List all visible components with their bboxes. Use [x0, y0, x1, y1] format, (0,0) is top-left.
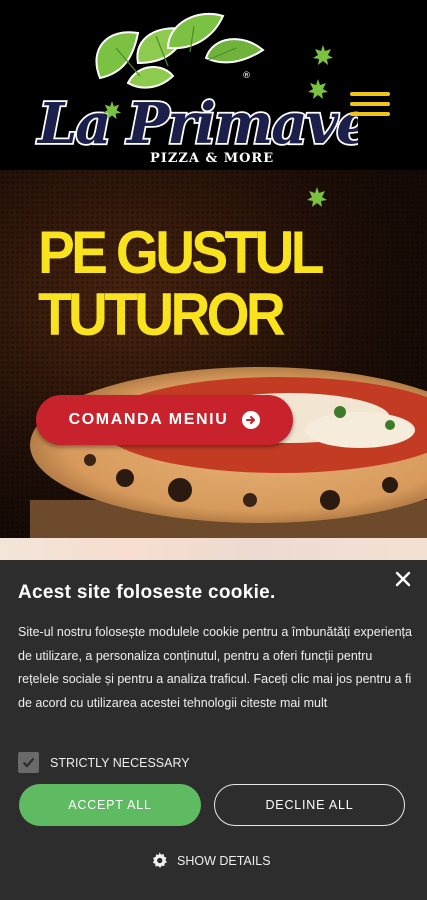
hero-title-line1: PE GUSTUL: [38, 219, 324, 286]
registered-mark: ®: [242, 71, 251, 81]
read-more-link[interactable]: citeste mai mult: [240, 696, 327, 710]
pizza-image: [30, 367, 427, 540]
hero-banner: PE GUSTUL TUTUROR COMANDA MENIU: [0, 170, 427, 540]
leaf-icon: [313, 45, 333, 65]
logo-tagline: PIZZA & MORE: [150, 151, 274, 166]
hero-headline: PE GUSTUL TUTUROR: [38, 219, 324, 348]
checkmark-icon: [22, 757, 35, 768]
site-header: ® La Primavera PIZZA & MORE: [0, 0, 427, 170]
leaf-icon: [308, 79, 328, 99]
leaf-icon: [307, 187, 327, 207]
decline-all-button[interactable]: DECLINE ALL: [214, 784, 405, 826]
order-menu-button[interactable]: COMANDA MENIU: [36, 395, 293, 445]
accept-all-button[interactable]: ACCEPT ALL: [19, 784, 201, 826]
strictly-necessary-label: STRICTLY NECESSARY: [50, 755, 190, 770]
show-details-button[interactable]: SHOW DETAILS: [150, 851, 271, 870]
arrow-circle-right-icon: [242, 411, 261, 429]
leaf-icon: [102, 101, 122, 120]
basil-leaves-icon: [95, 12, 265, 89]
hamburger-menu-icon[interactable]: [350, 92, 390, 122]
order-menu-label: COMANDA MENIU: [68, 411, 229, 428]
content-strip: [0, 538, 427, 560]
hero-title-line2: TUTUROR: [38, 281, 286, 348]
cookie-body: Site-ul nostru folosește modulele cookie…: [18, 625, 412, 710]
close-icon[interactable]: [392, 568, 414, 590]
page: ® La Primavera PIZZA & MORE: [0, 0, 427, 900]
show-details-label: SHOW DETAILS: [177, 853, 271, 868]
strictly-necessary-checkbox[interactable]: [18, 752, 39, 773]
cookie-title: Acest site foloseste cookie.: [18, 582, 276, 603]
cookie-description: Site-ul nostru folosește modulele cookie…: [18, 621, 413, 715]
gear-icon: [152, 852, 168, 868]
cookie-consent-panel: Acest site foloseste cookie. Site-ul nos…: [0, 560, 427, 900]
strictly-necessary-option[interactable]: STRICTLY NECESSARY: [18, 752, 190, 773]
